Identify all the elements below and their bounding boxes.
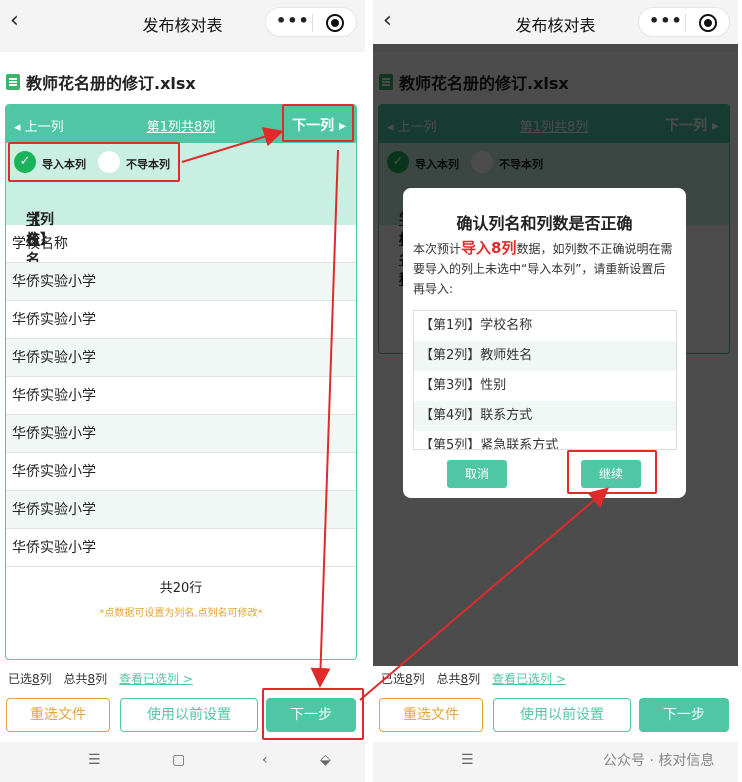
arrow-to-next-step [310, 149, 339, 688]
arrow-to-continue [359, 487, 610, 701]
annotation-arrows [181, 127, 610, 701]
arrow-to-next-column [181, 127, 284, 163]
